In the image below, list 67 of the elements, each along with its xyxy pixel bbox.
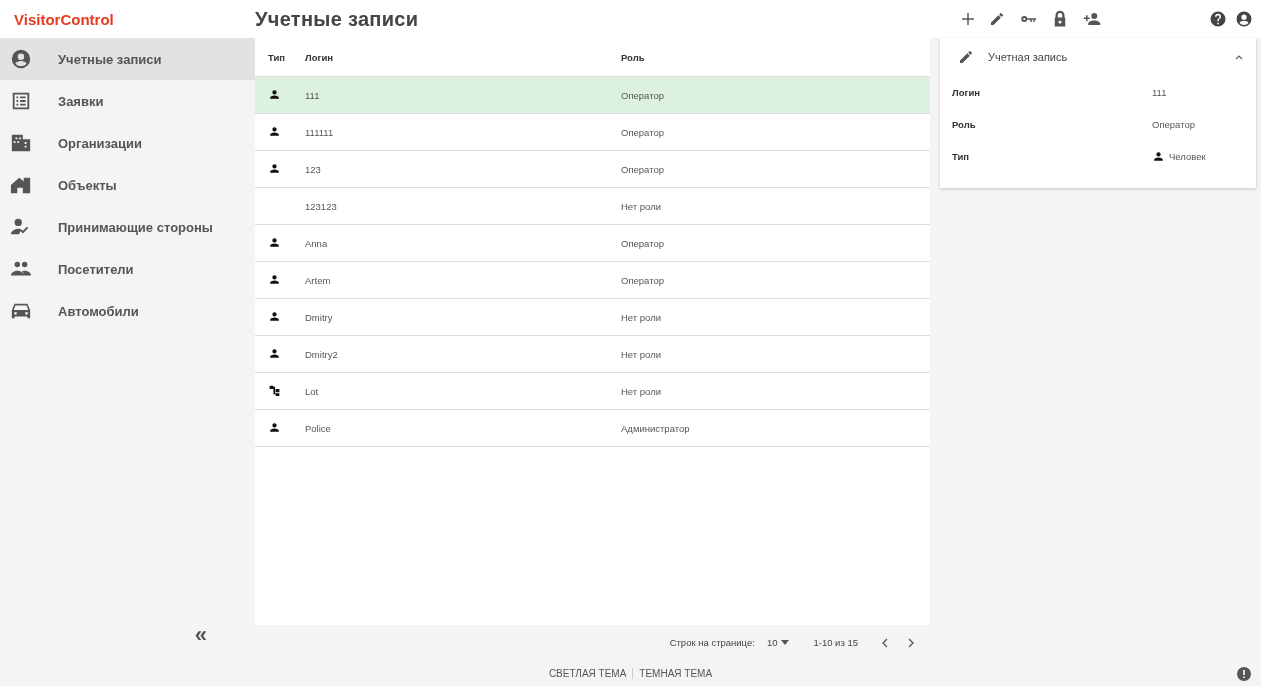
person-icon bbox=[268, 346, 281, 360]
field-value: Оператор bbox=[1152, 118, 1195, 130]
table-cell-text: Оператор bbox=[621, 126, 665, 138]
person-icon bbox=[268, 272, 281, 286]
field-label: Роль bbox=[952, 118, 977, 130]
page-title: Учетные записи bbox=[255, 7, 419, 31]
person-icon bbox=[268, 87, 281, 101]
sidebar-item[interactable]: Принимающие стороны bbox=[0, 206, 255, 248]
network-icon bbox=[268, 383, 281, 397]
list-icon bbox=[10, 90, 32, 112]
column-header: Роль bbox=[621, 51, 646, 63]
table-cell-text: Оператор bbox=[621, 163, 665, 175]
sidebar-item[interactable]: Учетные записи bbox=[0, 38, 255, 80]
field-label: Логин bbox=[952, 86, 981, 98]
add-icon[interactable] bbox=[961, 12, 975, 26]
table-cell-text: Оператор bbox=[621, 89, 665, 101]
table-cell-text: Anna bbox=[305, 237, 329, 249]
table-cell-text: 111111 bbox=[305, 126, 335, 138]
sidebar-item[interactable]: Посетители bbox=[0, 248, 255, 290]
page-range: 1-10 из 15 bbox=[813, 637, 858, 648]
table-cell-text: 123 bbox=[305, 163, 322, 175]
table-cell-text: Dmitry2 bbox=[305, 348, 339, 360]
table-cell-text: 111 bbox=[305, 89, 321, 101]
pencil-icon bbox=[989, 11, 1005, 27]
table-cell-text: Lot bbox=[305, 385, 320, 397]
person-icon bbox=[268, 235, 281, 249]
app-logo: VisitorControl bbox=[13, 10, 115, 28]
table-cell-text: Оператор bbox=[621, 274, 665, 286]
column-header: Тип bbox=[267, 51, 287, 63]
person-icon bbox=[1152, 149, 1165, 163]
sidebar-item[interactable]: Организации bbox=[0, 122, 255, 164]
field-value: Человек bbox=[1169, 150, 1206, 162]
theme-button[interactable]: СВЕТЛАЯ ТЕМА bbox=[542, 667, 633, 679]
collapse-button[interactable]: « bbox=[194, 622, 207, 648]
rows-per-page-label: Строк на странице: bbox=[669, 637, 755, 648]
field-label: Тип bbox=[952, 150, 971, 162]
field-value: 111 bbox=[1152, 86, 1167, 98]
table-row[interactable]: 111 Оператор bbox=[255, 77, 930, 114]
pencil-icon bbox=[958, 49, 974, 65]
sidebar-item[interactable]: Объекты bbox=[0, 164, 255, 206]
person-icon bbox=[268, 309, 281, 323]
person-icon bbox=[268, 124, 281, 138]
table-cell-text: Нет роли bbox=[621, 348, 663, 360]
person-icon bbox=[268, 420, 281, 434]
table-cell-text: Нет роли bbox=[621, 311, 663, 323]
table-cell-text: Нет роли bbox=[621, 385, 663, 397]
table-cell-text: 123123 bbox=[305, 200, 338, 212]
account-icon bbox=[10, 48, 32, 70]
table-cell-text: Artem bbox=[305, 274, 332, 286]
theme-button[interactable]: ТЕМНАЯ ТЕМА bbox=[632, 667, 719, 679]
table-cell-text: Нет роли bbox=[621, 200, 663, 212]
card-title: Учетная запись bbox=[988, 51, 1068, 63]
caret-icon bbox=[781, 640, 790, 645]
add-person-icon bbox=[1083, 10, 1101, 28]
help-icon bbox=[1209, 10, 1227, 28]
rows-per-page-select[interactable]: 10 bbox=[766, 637, 790, 648]
alert-icon bbox=[1237, 667, 1251, 681]
sidebar-item[interactable]: Автомобили bbox=[0, 290, 255, 332]
table-cell-text: Dmitry bbox=[305, 311, 334, 323]
table-cell-text: Оператор bbox=[621, 237, 665, 249]
account-icon bbox=[1235, 10, 1253, 28]
building-icon bbox=[10, 132, 32, 154]
table-cell-text: Администратор bbox=[621, 422, 691, 434]
table-cell-text: Police bbox=[305, 422, 332, 434]
person-icon bbox=[268, 161, 281, 175]
column-header: Логин bbox=[305, 51, 334, 63]
sidebar-item[interactable]: Заявки bbox=[0, 80, 255, 122]
